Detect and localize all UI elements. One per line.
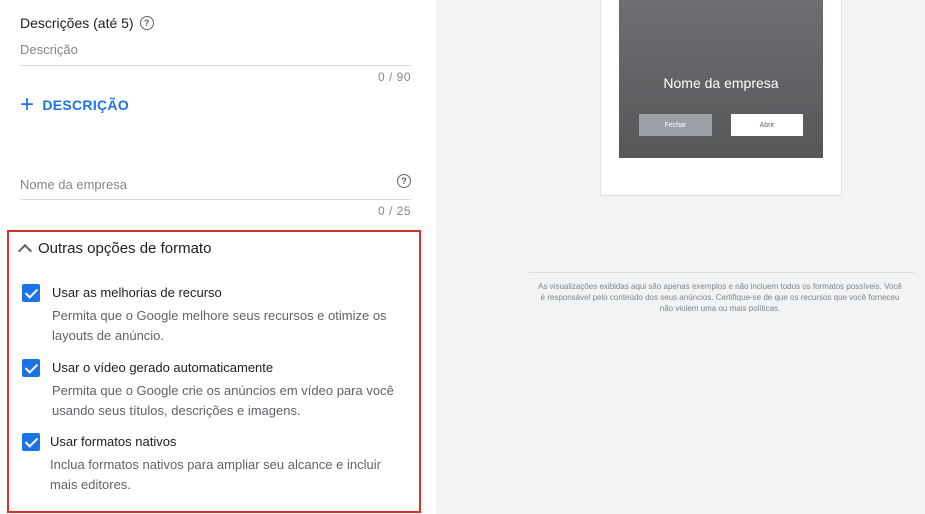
business-name-char-counter: 0 / 25 bbox=[377, 204, 411, 218]
chevron-up-icon bbox=[17, 243, 33, 259]
business-name-input[interactable]: Nome da empresa ? bbox=[20, 172, 411, 200]
preview-divider bbox=[529, 272, 914, 273]
business-name-placeholder: Nome da empresa bbox=[20, 177, 127, 192]
description-char-counter: 0 / 90 bbox=[377, 70, 411, 84]
add-description-button[interactable]: + DESCRIÇÃO bbox=[20, 91, 130, 118]
format-options-toggle[interactable]: Outras opções de formato bbox=[17, 240, 212, 259]
description-placeholder: Descrição bbox=[20, 42, 78, 57]
description-input[interactable]: Descrição bbox=[20, 38, 411, 66]
option-title: Usar formatos nativos bbox=[50, 434, 177, 449]
option-description: Permita que o Google melhore seus recurs… bbox=[52, 308, 387, 343]
preview-disclaimer: As visualizações exibidas aqui são apena… bbox=[538, 282, 902, 313]
format-options-header: Outras opções de formato bbox=[38, 240, 212, 257]
option-title: Usar as melhorias de recurso bbox=[52, 285, 222, 300]
preview-company-name: Nome da empresa bbox=[663, 75, 779, 91]
add-description-label: DESCRIÇÃO bbox=[42, 97, 130, 113]
checkbox-auto-video[interactable] bbox=[22, 359, 40, 377]
help-icon[interactable]: ? bbox=[397, 174, 411, 188]
option-description: Inclua formatos nativos para ampliar seu… bbox=[50, 457, 381, 492]
plus-icon: + bbox=[20, 91, 35, 118]
option-title: Usar o vídeo gerado automaticamente bbox=[52, 360, 274, 375]
preview-open-button: Abrir bbox=[731, 114, 803, 136]
checkbox-asset-enhancements[interactable] bbox=[22, 284, 40, 302]
descriptions-field-title: Descrições (até 5) ? bbox=[20, 15, 154, 31]
descriptions-title-label: Descrições (até 5) bbox=[20, 15, 134, 31]
checkbox-native-formats[interactable] bbox=[22, 433, 40, 451]
option-description: Permita que o Google crie os anúncios em… bbox=[52, 383, 394, 418]
help-icon[interactable]: ? bbox=[139, 16, 154, 30]
preview-close-button: Fechar bbox=[639, 114, 712, 136]
